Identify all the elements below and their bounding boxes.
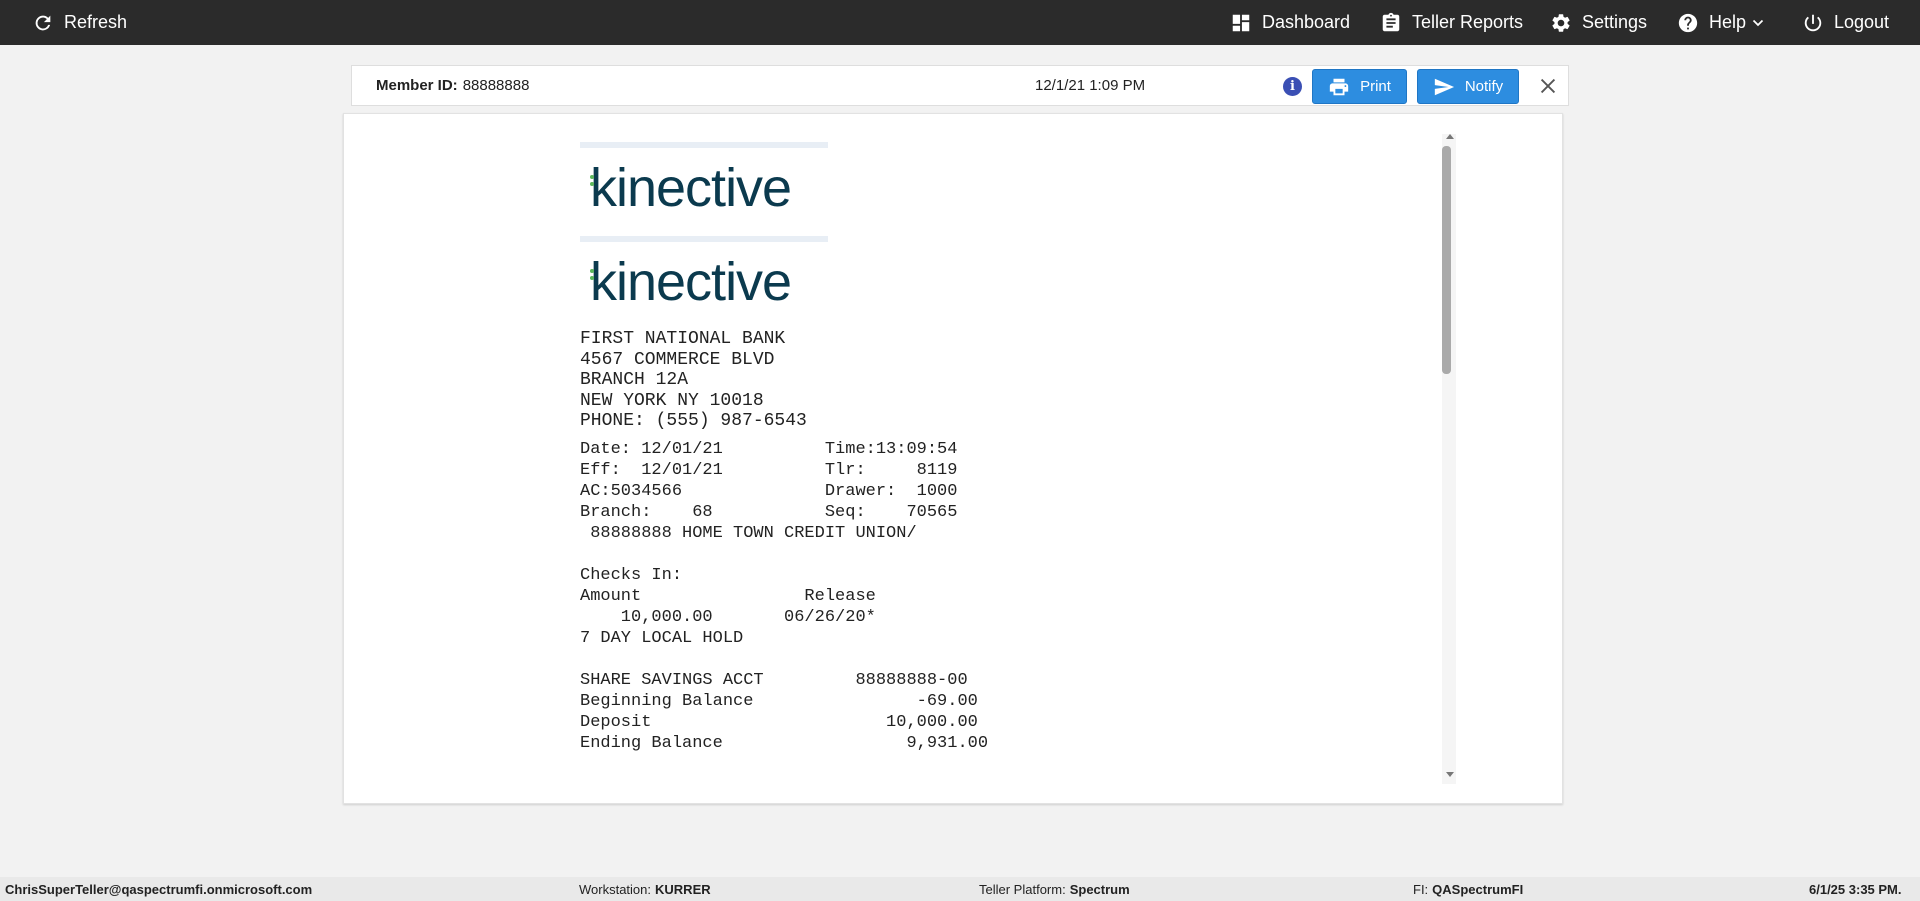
member-id-label: Member ID: (376, 77, 458, 94)
print-label: Print (1360, 78, 1391, 95)
close-icon (1540, 78, 1556, 94)
savings-line: SHARE SAVINGS ACCT 88888888-00 (580, 670, 968, 690)
checks-section: Checks In: Amount Release 10,000.00 06/2… (580, 565, 1220, 649)
printer-icon (1329, 78, 1349, 95)
footer-fi: FI: QASpectrumFI (1413, 877, 1523, 901)
top-nav-bar: Refresh Dashboard Teller Reports Setting… (0, 0, 1920, 45)
address-line: NEW YORK NY 10018 (580, 390, 764, 411)
help-menu[interactable]: Help (1677, 0, 1764, 45)
bank-address: FIRST NATIONAL BANK 4567 COMMERCE BLVD B… (580, 328, 1220, 433)
logo-text-2: kinective (590, 252, 792, 312)
checks-line: Amount Release (580, 586, 876, 606)
kinective-logo: kinective (580, 142, 828, 226)
address-line: BRANCH 12A (580, 370, 689, 390)
address-line: PHONE: (555) 987-6543 (580, 411, 807, 431)
detail-line: Date: 12/01/21 Time:13:09:54 (580, 439, 958, 459)
power-icon (1804, 14, 1822, 31)
checks-line: Checks In: (580, 565, 683, 585)
member-id-value: 88888888 (462, 77, 530, 94)
detail-line: Branch: 68 Seq: 70565 (580, 502, 958, 522)
settings-label: Settings (1582, 12, 1648, 32)
detail-line: Eff: 12/01/21 Tlr: 8119 (580, 460, 958, 480)
refresh-label: Refresh (64, 12, 128, 32)
footer-user: ChrisSuperTeller@qaspectrumfi.onmicrosof… (5, 881, 313, 897)
workstation-label: Workstation: (579, 881, 652, 897)
fi-value: QASpectrumFI (1432, 881, 1524, 897)
transaction-details: Date: 12/01/21 Time:13:09:54 Eff: 12/01/… (580, 439, 1220, 544)
clipboard-icon (1382, 12, 1400, 31)
logo-text: kinective (590, 158, 792, 218)
footer-datetime: 6/1/25 3:35 PM. (1809, 881, 1902, 897)
detail-line: 88888888 HOME TOWN CREDIT UNION/ (580, 523, 917, 543)
settings-link[interactable]: Settings (1550, 0, 1647, 45)
logo-dots (590, 175, 594, 189)
checks-line: 7 DAY LOCAL HOLD (580, 628, 744, 648)
receipt-panel: kinective kinective FIRST NATIONAL BANK … (343, 113, 1563, 804)
member-id: Member ID: 88888888 (376, 66, 529, 105)
savings-section: SHARE SAVINGS ACCT 88888888-00 Beginning… (580, 670, 1220, 754)
platform-value: Spectrum (1069, 881, 1130, 897)
scrollbar-thumb[interactable] (1442, 146, 1451, 374)
receipt-content: kinective kinective FIRST NATIONAL BANK … (580, 142, 1220, 754)
dashboard-icon (1232, 14, 1250, 31)
status-footer: ChrisSuperTeller@qaspectrumfi.onmicrosof… (0, 877, 1920, 901)
info-icon[interactable]: i (1283, 77, 1302, 96)
logout-label: Logout (1834, 12, 1890, 32)
help-circle-icon (1678, 13, 1698, 32)
refresh-button[interactable]: Refresh (32, 0, 127, 45)
savings-line: Beginning Balance -69.00 (580, 691, 978, 711)
close-button[interactable] (1537, 75, 1559, 97)
chevron-down-icon (1752, 19, 1764, 26)
savings-line: Deposit 10,000.00 (580, 712, 978, 732)
logo-dots-2 (590, 269, 594, 283)
address-line: 4567 COMMERCE BLVD (580, 349, 775, 370)
dashboard-link[interactable]: Dashboard (1230, 0, 1350, 45)
teller-reports-label: Teller Reports (1412, 12, 1524, 32)
dashboard-label: Dashboard (1262, 12, 1351, 32)
checks-line: 10,000.00 06/26/20* (580, 607, 876, 627)
detail-line: AC:5034566 Drawer: 1000 (580, 481, 958, 501)
notify-button[interactable]: Notify (1417, 69, 1519, 104)
logout-button[interactable]: Logout (1802, 0, 1889, 45)
fi-label: FI: (1413, 881, 1429, 897)
footer-workstation: Workstation: KURRER (579, 877, 711, 901)
receipt-header: Member ID: 88888888 12/1/21 1:09 PM i Pr… (351, 65, 1569, 106)
platform-label: Teller Platform: (979, 881, 1066, 897)
gear-icon (1552, 13, 1570, 32)
savings-line: Ending Balance 9,931.00 (580, 733, 989, 753)
address-line: FIRST NATIONAL BANK (580, 329, 786, 349)
refresh-icon (35, 15, 51, 30)
teller-reports-link[interactable]: Teller Reports (1380, 0, 1523, 45)
scroll-down-arrow-icon[interactable] (1446, 772, 1454, 777)
kinective-logo-2: kinective (580, 236, 828, 320)
send-icon (1434, 78, 1454, 95)
print-button[interactable]: Print (1312, 69, 1407, 104)
scroll-up-arrow-icon[interactable] (1446, 134, 1454, 139)
workstation-value: KURRER (655, 881, 711, 897)
receipt-datetime: 12/1/21 1:09 PM (1035, 77, 1146, 94)
help-label: Help (1709, 12, 1747, 32)
footer-platform: Teller Platform: Spectrum (979, 877, 1130, 901)
notify-label: Notify (1464, 78, 1504, 95)
